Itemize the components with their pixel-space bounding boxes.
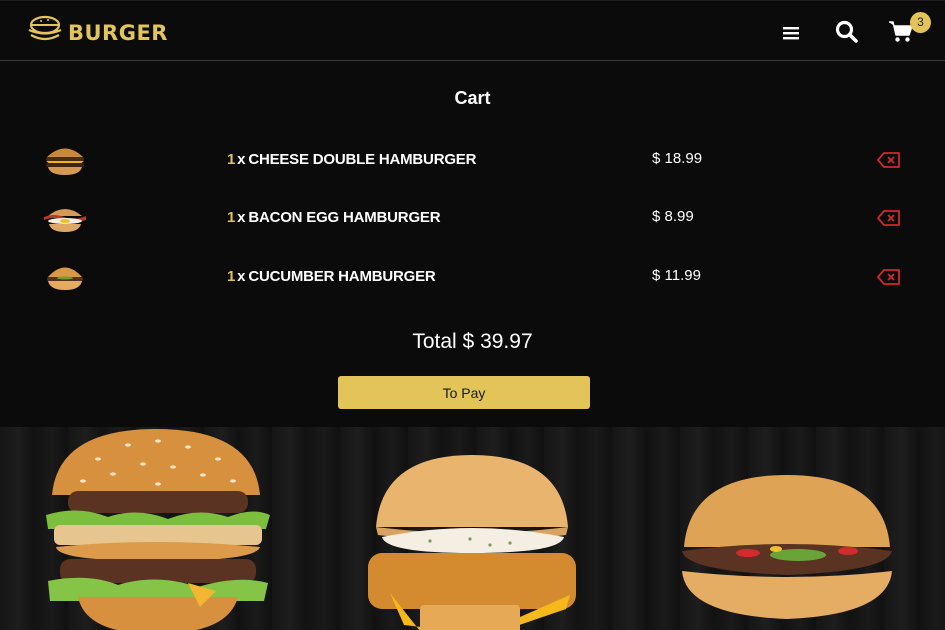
remove-icon[interactable] <box>877 151 901 169</box>
top-navbar: BURGER 3 <box>0 0 945 61</box>
cart-panel: Cart 1xCHEESE DOUBLE HAMBURGER $ 18.99 <box>0 62 945 427</box>
cart-item-qty: 1 <box>227 151 236 168</box>
hamburger-menu-icon[interactable] <box>780 20 802 46</box>
cart-count-badge: 3 <box>910 12 931 33</box>
fish-burger-image[interactable] <box>360 455 584 630</box>
classic-burger-image[interactable] <box>678 475 896 630</box>
pay-button[interactable]: To Pay <box>338 376 590 409</box>
cart-item-times: x <box>237 209 246 226</box>
product-gallery <box>0 427 945 630</box>
remove-icon[interactable] <box>877 209 901 227</box>
bacon-egg-burger-image <box>42 200 88 236</box>
cucumber-burger-image <box>42 259 88 295</box>
cart-item-title: CUCUMBER HAMBURGER <box>248 268 436 285</box>
cart-item-times: x <box>237 268 246 285</box>
cart-item-title: CHEESE DOUBLE HAMBURGER <box>248 151 477 168</box>
cart-title: Cart <box>454 88 491 108</box>
cart-item-price: $ 18.99 <box>652 150 703 167</box>
big-double-burger-image[interactable] <box>38 429 274 630</box>
cart-item-price: $ 8.99 <box>652 208 694 225</box>
cheese-double-burger-image <box>42 142 88 178</box>
cart-total: Total $ 39.97 <box>412 330 533 353</box>
cart-item-name: 1 x BACON EGG HAMBURGER <box>227 209 441 226</box>
cart-item-price: $ 11.99 <box>652 267 701 284</box>
remove-icon[interactable] <box>877 268 901 286</box>
cart-item-times: x <box>237 151 246 168</box>
cart-item: 1 x BACON EGG HAMBURGER $ 8.99 <box>0 196 945 240</box>
cart-item-qty: 1 <box>227 268 236 285</box>
brand[interactable]: BURGER <box>24 15 168 50</box>
cart-item-name: 1 x CHEESE DOUBLE HAMBURGER <box>227 151 476 168</box>
burger-logo-icon <box>24 15 66 50</box>
search-icon[interactable] <box>834 19 860 45</box>
cart-item-title: BACON EGG HAMBURGER <box>248 209 441 226</box>
cart-item: 1 x CUCUMBER HAMBURGER $ 11.99 <box>0 255 945 299</box>
cart-item-name: 1 x CUCUMBER HAMBURGER <box>227 268 436 285</box>
brand-name: BURGER <box>68 20 168 45</box>
cart-item: 1 x CHEESE DOUBLE HAMBURGER $ 18.99 <box>0 138 945 182</box>
cart-item-qty: 1 <box>227 209 236 226</box>
